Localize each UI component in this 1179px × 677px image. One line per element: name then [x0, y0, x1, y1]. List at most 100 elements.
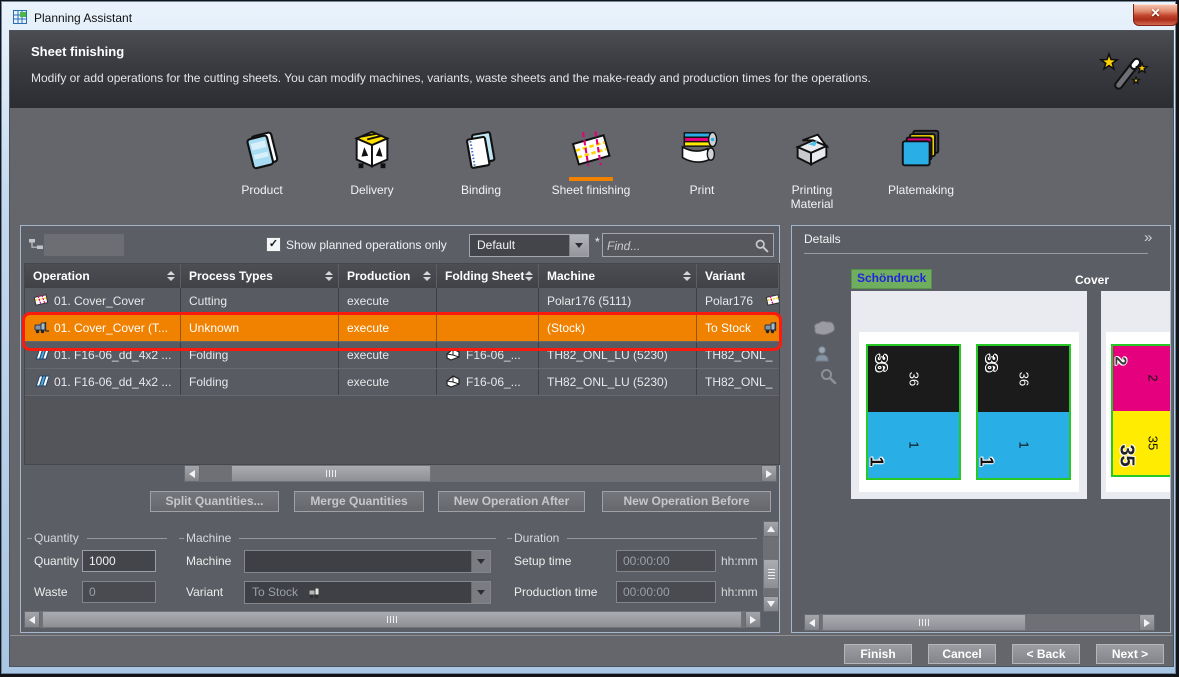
- grip-icon: [387, 616, 398, 623]
- production-time-input[interactable]: [616, 581, 716, 603]
- process-type-cell: Cutting: [181, 288, 339, 314]
- page-front: 36 36: [978, 346, 1069, 412]
- split-quantities-button[interactable]: Split Quantities...: [150, 491, 279, 512]
- page-back: 1 1: [978, 412, 1069, 478]
- scroll-right-button[interactable]: [761, 465, 777, 482]
- scroll-down-button[interactable]: [763, 596, 779, 612]
- grip-icon: [326, 470, 337, 477]
- imposed-page: 36 36 1 1: [866, 344, 961, 480]
- merge-quantities-button[interactable]: Merge Quantities: [294, 491, 424, 512]
- table-row-selected[interactable]: 01. Cover_Cover (T... Unknown execute (S…: [25, 315, 779, 342]
- variant-select[interactable]: To Stock: [244, 581, 491, 604]
- scroll-right-button[interactable]: [745, 611, 761, 628]
- back-button[interactable]: < Back: [1012, 644, 1080, 664]
- scroll-up-button[interactable]: [763, 521, 779, 537]
- planning-assistant-window: Planning Assistant ✕ Sheet finishing Mod…: [0, 0, 1179, 677]
- scrollbar-thumb[interactable]: [231, 465, 431, 482]
- scroll-left-button[interactable]: [24, 611, 40, 628]
- cancel-button[interactable]: Cancel: [928, 644, 996, 664]
- scroll-left-button[interactable]: [804, 614, 820, 631]
- page-number: 1: [1016, 441, 1031, 448]
- step-delivery[interactable]: Delivery: [322, 108, 422, 220]
- production-cell: execute: [339, 288, 437, 314]
- collapse-panel-icon[interactable]: »: [1144, 229, 1152, 246]
- press-sheet-preview: 36 36 1 1 36 36 1 1: [851, 291, 1087, 499]
- sort-icon[interactable]: [167, 271, 175, 281]
- step-platemaking[interactable]: Platemaking: [871, 108, 971, 220]
- variant-value: To Stock: [252, 585, 298, 599]
- setup-time-input[interactable]: [616, 550, 716, 572]
- title-bar[interactable]: Planning Assistant ✕: [4, 4, 1175, 30]
- column-header-process-types[interactable]: Process Types: [181, 264, 339, 288]
- variant-cell: TH82_ONL_: [697, 342, 779, 368]
- chevron-down-icon[interactable]: [569, 235, 588, 256]
- arrow-up-icon: [767, 526, 775, 532]
- step-product[interactable]: Product: [212, 108, 312, 220]
- view-preset-select[interactable]: Default: [469, 234, 589, 257]
- production-cell: execute: [339, 315, 437, 341]
- search-icon[interactable]: [754, 238, 769, 253]
- scroll-right-button[interactable]: [1139, 614, 1155, 631]
- user-view-icon[interactable]: [815, 346, 829, 365]
- imposed-page: 36 36 1 1: [976, 344, 1071, 480]
- new-operation-before-button[interactable]: New Operation Before: [602, 491, 771, 512]
- details-hscrollbar[interactable]: [804, 614, 1155, 631]
- find-input[interactable]: [605, 236, 751, 256]
- waste-input[interactable]: [82, 581, 156, 603]
- page-title: Sheet finishing: [31, 44, 124, 59]
- arrow-left-icon: [809, 619, 815, 627]
- scrollbar-thumb[interactable]: [42, 611, 742, 628]
- sort-icon[interactable]: [525, 271, 533, 281]
- close-icon: ✕: [1150, 6, 1160, 20]
- chevron-down-icon[interactable]: [471, 551, 490, 572]
- quantity-input[interactable]: [82, 550, 156, 572]
- form-vscrollbar[interactable]: [763, 521, 779, 612]
- table-row[interactable]: 01. F16-06_dd_4x2 ... Folding execute F1…: [25, 342, 779, 369]
- table-hscrollbar[interactable]: [184, 465, 777, 482]
- page-number: 2: [1146, 375, 1161, 382]
- arrow-right-icon: [766, 470, 772, 478]
- pan-tool-icon[interactable]: [812, 320, 838, 343]
- grip-icon: [919, 619, 930, 626]
- step-binding[interactable]: Binding: [431, 108, 531, 220]
- column-header-production[interactable]: Production: [339, 264, 437, 288]
- scrollbar-thumb[interactable]: [763, 559, 779, 589]
- sort-icon[interactable]: [325, 271, 333, 281]
- show-planned-label[interactable]: Show planned operations only: [286, 238, 447, 252]
- operation-cell: 01. Cover_Cover: [25, 288, 181, 314]
- window-frame: Planning Assistant ✕ Sheet finishing Mod…: [1, 1, 1176, 674]
- step-sheet-finishing[interactable]: Sheet finishing: [541, 108, 641, 220]
- chevron-down-icon[interactable]: [471, 582, 490, 603]
- column-header-folding-sheet[interactable]: Folding Sheet: [437, 264, 539, 288]
- column-header-operation[interactable]: Operation: [25, 264, 181, 288]
- next-button[interactable]: Next >: [1096, 644, 1164, 664]
- group-line: [179, 538, 184, 539]
- machine-cell: Polar176 (5111): [539, 288, 697, 314]
- tree-view-icon[interactable]: [28, 238, 44, 250]
- scroll-left-button[interactable]: [184, 465, 200, 482]
- group-line: [239, 538, 496, 539]
- table-row[interactable]: 01. Cover_Cover Cutting execute Polar176…: [25, 288, 779, 315]
- zoom-tool-icon[interactable]: [819, 367, 837, 388]
- sort-icon[interactable]: [683, 271, 691, 281]
- process-type-cell: Unknown: [181, 315, 339, 341]
- finish-button[interactable]: Finish: [844, 644, 912, 664]
- step-printing-material[interactable]: Printing Material: [762, 108, 862, 220]
- panel-hscrollbar[interactable]: [24, 611, 761, 628]
- page-front: 36 36: [868, 346, 959, 412]
- step-print[interactable]: Print: [652, 108, 752, 220]
- sheet-finishing-icon: [568, 126, 614, 172]
- show-planned-checkbox[interactable]: ✓: [266, 237, 281, 252]
- find-box[interactable]: [602, 233, 774, 257]
- column-header-variant[interactable]: Variant: [697, 264, 779, 288]
- folding-sheet-cell: F16-06_...: [437, 342, 539, 368]
- new-operation-after-button[interactable]: New Operation After: [438, 491, 585, 512]
- scrollbar-thumb[interactable]: [822, 614, 1026, 631]
- table-row[interactable]: 01. F16-06_dd_4x2 ... Folding execute F1…: [25, 369, 779, 396]
- sort-icon[interactable]: [423, 271, 431, 281]
- close-button[interactable]: ✕: [1133, 4, 1178, 26]
- machine-select[interactable]: [244, 550, 491, 573]
- column-header-machine[interactable]: Machine: [539, 264, 697, 288]
- folded-sheet-icon: [445, 374, 461, 391]
- group-selector[interactable]: [44, 234, 124, 256]
